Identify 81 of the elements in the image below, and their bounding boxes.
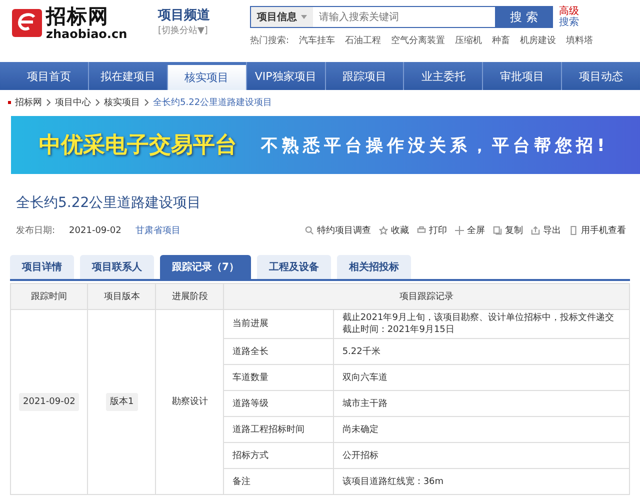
nav-tab[interactable]: 审批项目: [482, 62, 562, 90]
column-header: 项目跟踪记录: [224, 284, 630, 310]
nav-tab[interactable]: VIP独家项目: [246, 62, 324, 90]
column-header: 项目版本: [88, 284, 156, 310]
hot-search-link[interactable]: 种畜: [492, 34, 510, 47]
date-label: 发布日期:: [16, 224, 56, 237]
copy-icon: [493, 226, 502, 235]
hot-search-link[interactable]: 机房建设: [520, 34, 556, 47]
version-tag: 版本1: [106, 393, 138, 411]
caret-icon: [301, 15, 307, 19]
field-cell: 当前进展: [224, 310, 334, 338]
action-link[interactable]: 导出: [531, 224, 561, 237]
search-icon: [305, 226, 314, 235]
field-cell: 道路全长: [224, 338, 334, 364]
move-icon: [455, 226, 464, 235]
value-cell: 双向六车道: [334, 364, 630, 390]
action-link[interactable]: 复制: [493, 224, 523, 237]
region-link[interactable]: 甘肃省项目: [135, 224, 180, 237]
detail-tab[interactable]: 项目详情: [10, 255, 74, 279]
chevron-icon: [95, 98, 100, 106]
field-cell: 道路等级: [224, 390, 334, 416]
detail-tab[interactable]: 相关招投标: [336, 255, 411, 279]
detail-tab[interactable]: 项目联系人: [80, 255, 154, 279]
field-cell: 车道数量: [224, 364, 334, 390]
nav-tab[interactable]: 项目首页: [10, 62, 88, 90]
column-header: 跟踪时间: [10, 284, 88, 310]
detail-tab[interactable]: 工程及设备: [256, 255, 331, 279]
nav-tab[interactable]: 跟踪项目: [324, 62, 404, 90]
project-title: 全长约5.22公里道路建设项目: [16, 194, 202, 212]
banner-headline: 中优采电子交易平台: [39, 132, 237, 160]
action-link[interactable]: 打印: [417, 224, 447, 237]
bullet-icon: [8, 100, 11, 104]
hot-search-link[interactable]: 空气分离装置: [391, 34, 446, 47]
logo-icon: [12, 9, 42, 37]
value-cell: 该项目道路红线宽：36m: [334, 468, 630, 494]
value-cell: 公开招标: [334, 442, 630, 468]
hot-search-link[interactable]: 压缩机: [455, 34, 482, 47]
logo-domain: zhaobiao.cn: [46, 28, 128, 40]
column-header: 进展阶段: [156, 284, 224, 310]
banner-slogan: 不熟悉平台操作没关系，平台帮您招!: [261, 134, 609, 156]
search-button[interactable]: 搜 索: [495, 6, 553, 28]
breadcrumb-link[interactable]: 项目中心: [55, 96, 91, 108]
nav-tab[interactable]: 项目动态: [561, 62, 640, 90]
nav-tab[interactable]: 业主委托: [403, 62, 482, 90]
hot-search-label: 热门搜索:: [250, 34, 290, 47]
channel-title: 项目频道: [158, 7, 211, 24]
switch-site-link[interactable]: [切换分站▼]: [158, 24, 250, 37]
value-cell: 5.22千米: [334, 338, 630, 364]
field-cell: 道路工程招标时间: [224, 416, 334, 442]
action-link[interactable]: 全屏: [455, 224, 485, 237]
publish-date: 2021-09-02: [69, 226, 122, 236]
value-cell: 城市主干路: [334, 390, 630, 416]
search-field[interactable]: 请输入搜索关键词: [313, 6, 495, 28]
value-cell: 尚未确定: [334, 416, 630, 442]
hot-search-link[interactable]: 汽车挂车: [299, 34, 336, 47]
star-icon: [379, 226, 388, 235]
date-tag: 2021-09-02: [19, 393, 80, 411]
breadcrumb-link[interactable]: 全长约5.22公里道路建设项目: [153, 96, 272, 108]
nav-tab[interactable]: 核实项目: [166, 65, 246, 90]
action-link[interactable]: 特约项目调查: [305, 224, 371, 237]
action-link[interactable]: 用手机查看: [569, 224, 626, 237]
advanced-search-link[interactable]: 高级: [559, 6, 579, 17]
chevron-icon: [144, 98, 149, 106]
table-cell: 勘察设计: [156, 310, 224, 494]
advert-banner[interactable]: 中优采电子交易平台 不熟悉平台操作没关系，平台帮您招!: [11, 116, 640, 174]
hot-search-link[interactable]: 填料塔: [566, 34, 594, 47]
printer-icon: [417, 226, 426, 235]
phone-icon: [569, 226, 578, 235]
detail-tab[interactable]: 跟踪记录（7）: [160, 255, 251, 279]
chevron-icon: [46, 98, 51, 106]
breadcrumb-link[interactable]: 招标网: [15, 96, 42, 108]
breadcrumb-link[interactable]: 核实项目: [104, 96, 140, 108]
action-link[interactable]: 收藏: [379, 224, 409, 237]
export-icon: [531, 226, 540, 235]
category-dropdown[interactable]: 项目信息: [250, 6, 313, 28]
search-portal-link[interactable]: 搜索: [559, 17, 579, 28]
value-cell: 截止2021年9月上旬，该项目勘察、设计单位招标中，投标文件递交截止时间：2021年9月15日: [334, 310, 630, 338]
field-cell: 备注: [224, 468, 334, 494]
logo-name: 招标网: [46, 6, 110, 26]
field-cell: 招标方式: [224, 442, 334, 468]
hot-search-link[interactable]: 石油工程: [345, 34, 382, 47]
